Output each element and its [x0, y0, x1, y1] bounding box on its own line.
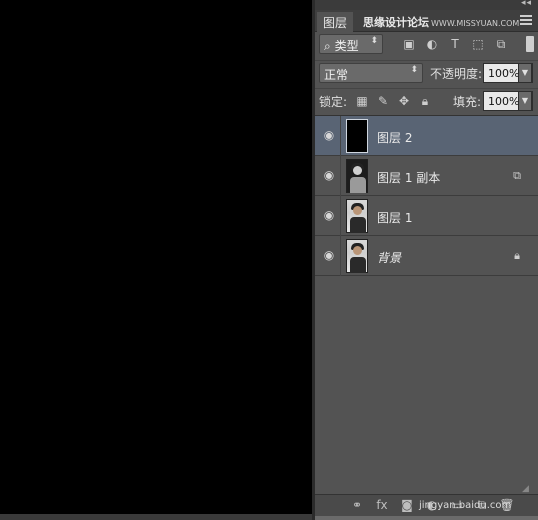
blend-row: 正常 ⬍ 不透明度: 100% ▼: [315, 60, 538, 84]
lock-all-icon[interactable]: 🔒︎: [418, 94, 432, 108]
resize-handle-icon[interactable]: ◢: [522, 484, 532, 494]
add-mask-icon[interactable]: ◙: [399, 498, 415, 514]
fill-label: 填充:: [453, 95, 482, 109]
image-filter-icon[interactable]: ▣: [401, 36, 417, 52]
eye-icon[interactable]: ◉: [321, 168, 337, 184]
eye-icon[interactable]: ◉: [321, 128, 337, 144]
lock-row: 锁定: ▦ ✎ ✥ 🔒︎ 填充: 100% ▼: [315, 88, 538, 112]
document-canvas[interactable]: [0, 0, 312, 520]
layer-thumbnail: [346, 119, 368, 153]
lock-brush-icon[interactable]: ✎: [376, 94, 390, 108]
collapse-arrows-icon[interactable]: ◂◂: [521, 0, 532, 8]
fill-dropdown-icon[interactable]: ▼: [518, 91, 532, 111]
watermark-text: 思缘设计论坛 WWW.MISSYUAN.COM: [363, 14, 519, 30]
layer-row[interactable]: ◉ 背景 🔒︎: [315, 236, 538, 276]
watermark-url: WWW.MISSYUAN.COM: [431, 19, 520, 28]
layers-bottom-toolbar: ⚭ fx ◙ ◐ ▭ ⧉ 🗑︎ jingyan.baidu.com: [315, 494, 538, 516]
shape-filter-icon[interactable]: ⬚: [470, 36, 486, 52]
blend-mode-dropdown[interactable]: 正常 ⬍: [319, 63, 423, 83]
filter-kind-label: 类型: [334, 39, 359, 53]
blend-mode-value: 正常: [324, 68, 349, 82]
panel-foot-strip: [315, 516, 538, 520]
layer-name: 背景: [377, 251, 402, 265]
eye-separator: [340, 156, 341, 196]
filter-row: ⌕ 类型 ⬍ ▣ ◐ T ⬚ ⧉: [315, 32, 538, 56]
search-icon: ⌕: [324, 39, 331, 53]
layer-row[interactable]: ◉ 图层 1 副本 ⧉: [315, 156, 538, 196]
lock-icon: 🔒︎: [514, 249, 520, 262]
layers-list: ◉ 图层 2 ◉ 图层 1 副本 ⧉ ◉ 图层 1 ◉ 背景 🔒︎: [315, 115, 538, 276]
watermark-title: 思缘设计论坛: [363, 16, 429, 29]
smart-object-filter-icon[interactable]: ⧉: [493, 36, 509, 52]
updown-chevron-icon: ⬍: [410, 65, 418, 75]
opacity-label: 不透明度:: [430, 67, 483, 81]
lock-icons: ▦ ✎ ✥ 🔒︎: [355, 94, 432, 109]
footer-watermark: jingyan.baidu.com: [419, 500, 512, 511]
eye-separator: [340, 196, 341, 236]
link-layers-icon[interactable]: ⚭: [349, 498, 365, 514]
layer-name: 图层 2: [377, 131, 413, 145]
fx-icon[interactable]: fx: [374, 498, 390, 514]
layer-thumbnail: [346, 239, 368, 273]
layer-thumbnail: [346, 159, 368, 193]
panel-collapse-bar: ◂◂: [315, 0, 538, 10]
type-filter-icon[interactable]: T: [447, 36, 463, 52]
layers-panel: ◂◂ 图层 思缘设计论坛 WWW.MISSYUAN.COM ⌕ 类型 ⬍ ▣ ◐ …: [315, 0, 538, 520]
layer-thumbnail: [346, 199, 368, 233]
eye-separator: [340, 116, 341, 156]
eye-icon[interactable]: ◉: [321, 248, 337, 264]
lock-label: 锁定:: [319, 95, 348, 109]
lock-position-icon[interactable]: ✥: [397, 94, 411, 108]
layer-row[interactable]: ◉ 图层 1: [315, 196, 538, 236]
smart-object-icon: ⧉: [513, 169, 521, 182]
filter-toggle[interactable]: [526, 36, 534, 52]
eye-icon[interactable]: ◉: [321, 208, 337, 224]
layer-row[interactable]: ◉ 图层 2: [315, 116, 538, 156]
panel-menu-icon[interactable]: [520, 15, 532, 25]
adjustment-filter-icon[interactable]: ◐: [424, 36, 440, 52]
eye-separator: [340, 236, 341, 276]
tab-layers[interactable]: 图层: [317, 12, 354, 32]
opacity-dropdown-icon[interactable]: ▼: [518, 63, 532, 83]
filter-kind-dropdown[interactable]: ⌕ 类型 ⬍: [319, 34, 383, 54]
updown-chevron-icon: ⬍: [370, 36, 378, 46]
panel-tab-row: 图层 思缘设计论坛 WWW.MISSYUAN.COM: [315, 10, 538, 32]
lock-transparent-icon[interactable]: ▦: [355, 94, 369, 108]
layer-name: 图层 1: [377, 211, 413, 225]
canvas-status-strip: [0, 514, 312, 520]
layer-name: 图层 1 副本: [377, 171, 441, 185]
filter-icons: ▣ ◐ T ⬚ ⧉: [401, 36, 509, 52]
